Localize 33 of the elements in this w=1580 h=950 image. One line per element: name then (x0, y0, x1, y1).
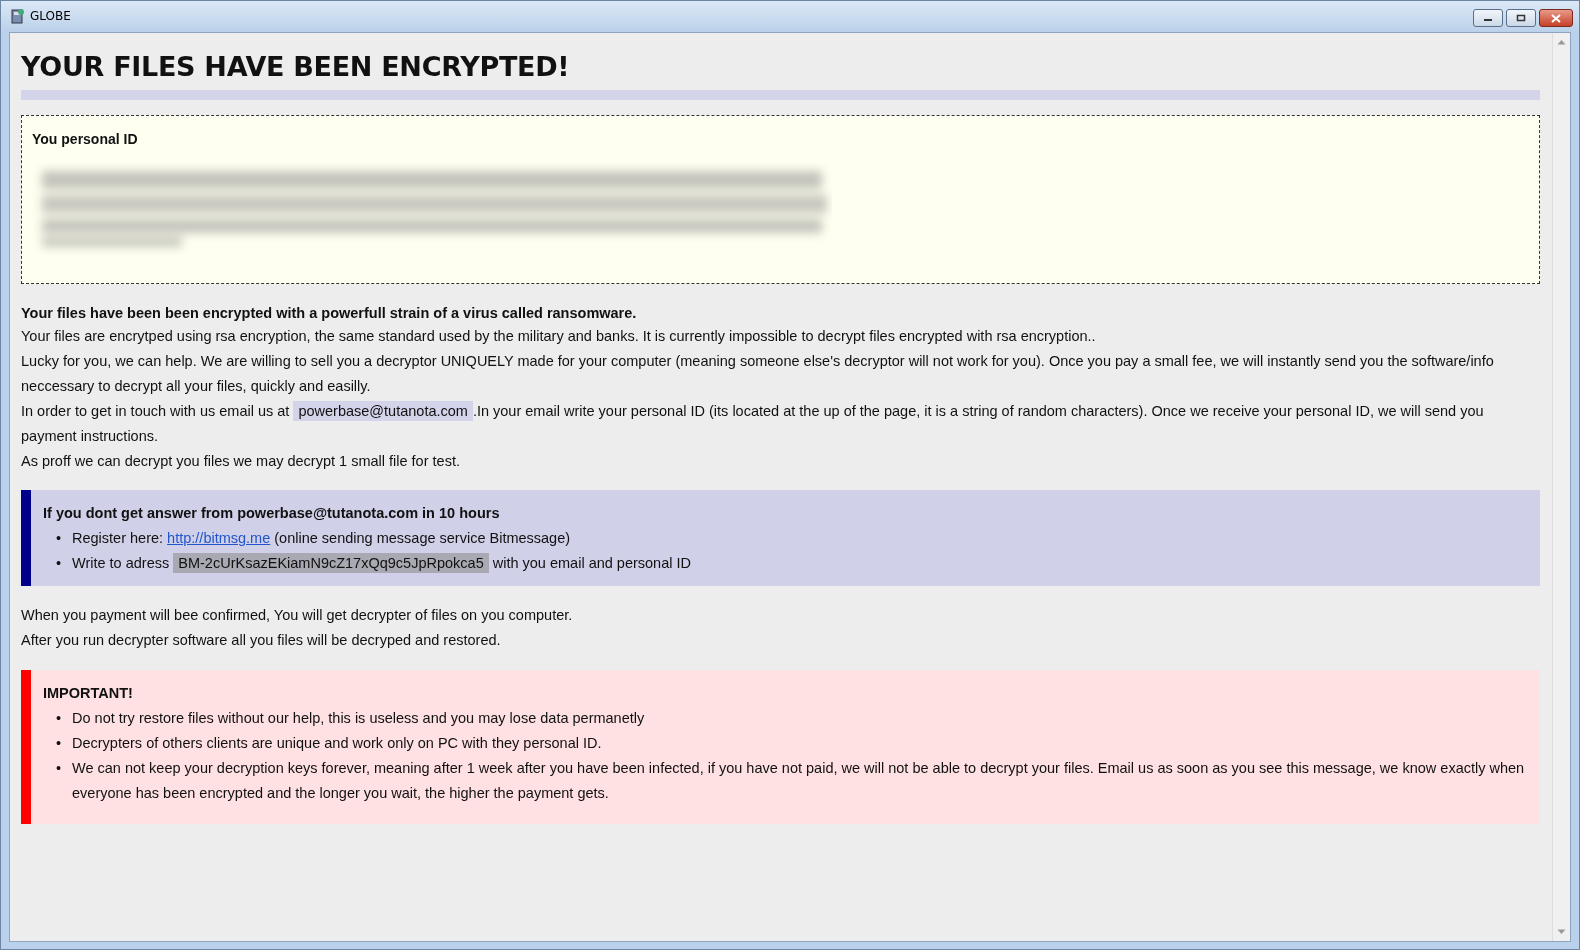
list-item: We can not keep your decryption keys forever, meaning after 1 week after you have been infected, if you have not paid, we will not be able to decrypt your files. Email us as soon as you see this message, we know exactly when everyone has been encrypted and the longer you wait, the higher the payment gets. (72, 759, 1526, 803)
window-title: GLOBE (30, 9, 71, 23)
down-arrow-icon (1557, 929, 1566, 935)
bullet: • (56, 734, 63, 753)
paragraph: In order to get in touch with us email us at powerbase@tutanota.com .In your email write your personal ID (its located at the up of the page, it is a string of random characters). Once we receive your personal ID, we will send you payment instructions. (21, 400, 1485, 446)
bullet: • (56, 759, 63, 778)
minimize-button[interactable] (1473, 9, 1503, 27)
bullet: • (56, 529, 63, 548)
paragraph: As proff we can decrypt you files we may decrypt 1 small file for test. (21, 452, 461, 471)
id-label: You personal ID (32, 131, 139, 147)
email-address: powerbase@tutanota.com (293, 401, 473, 421)
page-heading: YOUR FILES HAVE BEEN ENCRYPTED! (21, 51, 571, 82)
paragraph: Your files are encrytped using rsa encryption, the same standard used by the military and banks. It is currently impossible to decrypt files encrypted with rsa encryption.. (21, 327, 1097, 346)
paragraph: After you run decrypter software all you files will be decryped and restored. (21, 631, 502, 650)
link[interactable]: http://bitmsg.me (167, 530, 271, 546)
maximize-button[interactable] (1506, 9, 1536, 27)
close-icon (1551, 13, 1561, 23)
app-icon (11, 8, 25, 24)
address-code: BM-2cUrKsazEKiamN9cZ17xQq9c5JpRpokca5 (173, 553, 489, 573)
restore-icon (1516, 14, 1526, 22)
callout-title: IMPORTANT! (43, 684, 134, 703)
list-item: Register here: http://bitmsg.me (online sending message service Bitmessage) (72, 529, 571, 548)
list-item: Write to adress BM-2cUrKsazEKiamN9cZ17xQq9c5JpRpokca5 with you email and personal ID (72, 552, 691, 575)
paragraph: Lucky for you, we can help. We are willing to sell you a decryptor UNIQUELY made for your computer (meaning someone else's decryptor will not work for you). Once you pay a small fee, we will instantly send you the software/info neccessary to decrypt all your files, quickly and easilly. (21, 352, 1495, 396)
lead-text: Your files have been been encrypted with a powerfull strain of a virus called ransomware. (21, 304, 638, 323)
up-arrow-icon (1557, 39, 1566, 45)
paragraph: When you payment will bee confirmed, You will get decrypter of files on you computer. (21, 606, 574, 625)
list-item: Decrypters of others clients are unique and work only on PC with they personal ID. (72, 734, 602, 753)
bullet: • (56, 554, 63, 573)
bullet: • (56, 709, 63, 728)
list-item: Do not try restore files without our help, this is useless and you may lose data permanetly (72, 709, 645, 728)
callout-title: If you dont get answer from powerbase@tutanota.com in 10 hours (43, 504, 501, 523)
close-button[interactable] (1539, 9, 1573, 27)
